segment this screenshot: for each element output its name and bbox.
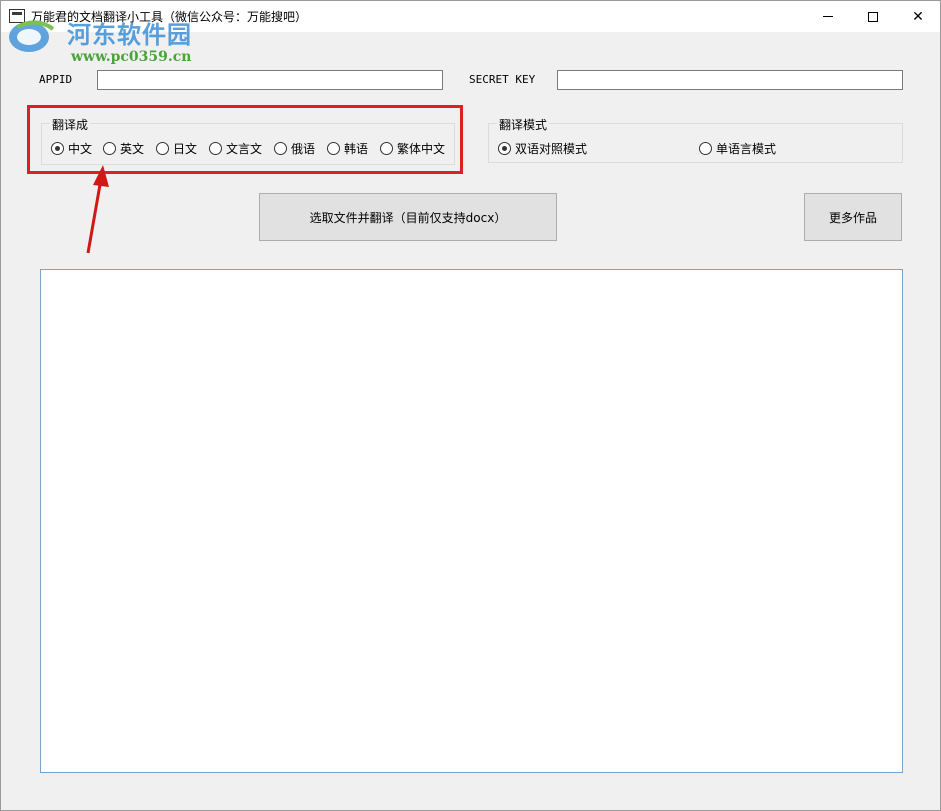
radio-mode-bilingual[interactable]: 双语对照模式	[498, 140, 587, 157]
secret-key-input[interactable]	[557, 70, 903, 90]
close-icon: ✕	[912, 8, 924, 25]
maximize-button[interactable]	[850, 1, 896, 32]
appid-input[interactable]	[97, 70, 443, 90]
watermark-logo-icon	[9, 20, 55, 52]
app-window: 万能君的文档翻译小工具（微信公众号：万能搜吧） ✕ 河东软件园 www.pc03…	[0, 0, 941, 811]
radio-mode-bilingual-label: 双语对照模式	[515, 142, 588, 156]
radio-unchecked-icon	[699, 142, 712, 155]
maximize-icon	[868, 11, 878, 22]
close-button[interactable]: ✕	[895, 1, 941, 32]
radio-mode-monolingual-label: 单语言模式	[716, 142, 777, 156]
radio-mode-monolingual[interactable]: 单语言模式	[699, 140, 776, 157]
radio-checked-icon	[498, 142, 511, 155]
minimize-icon	[823, 16, 833, 17]
watermark-title: 河东软件园	[67, 21, 192, 49]
select-file-translate-button[interactable]: 选取文件并翻译（目前仅支持docx）	[259, 193, 557, 241]
appid-label: APPID	[39, 73, 73, 86]
annotation-arrow-icon	[86, 165, 109, 254]
secret-key-label: SECRET KEY	[469, 73, 536, 86]
translation-mode-group-title: 翻译模式	[497, 116, 550, 133]
minimize-button[interactable]	[805, 1, 851, 32]
output-textarea[interactable]	[40, 269, 903, 773]
more-works-button[interactable]: 更多作品	[804, 193, 902, 241]
watermark: 河东软件园 www.pc0359.cn	[7, 11, 227, 71]
watermark-url: www.pc0359.cn	[71, 49, 192, 65]
